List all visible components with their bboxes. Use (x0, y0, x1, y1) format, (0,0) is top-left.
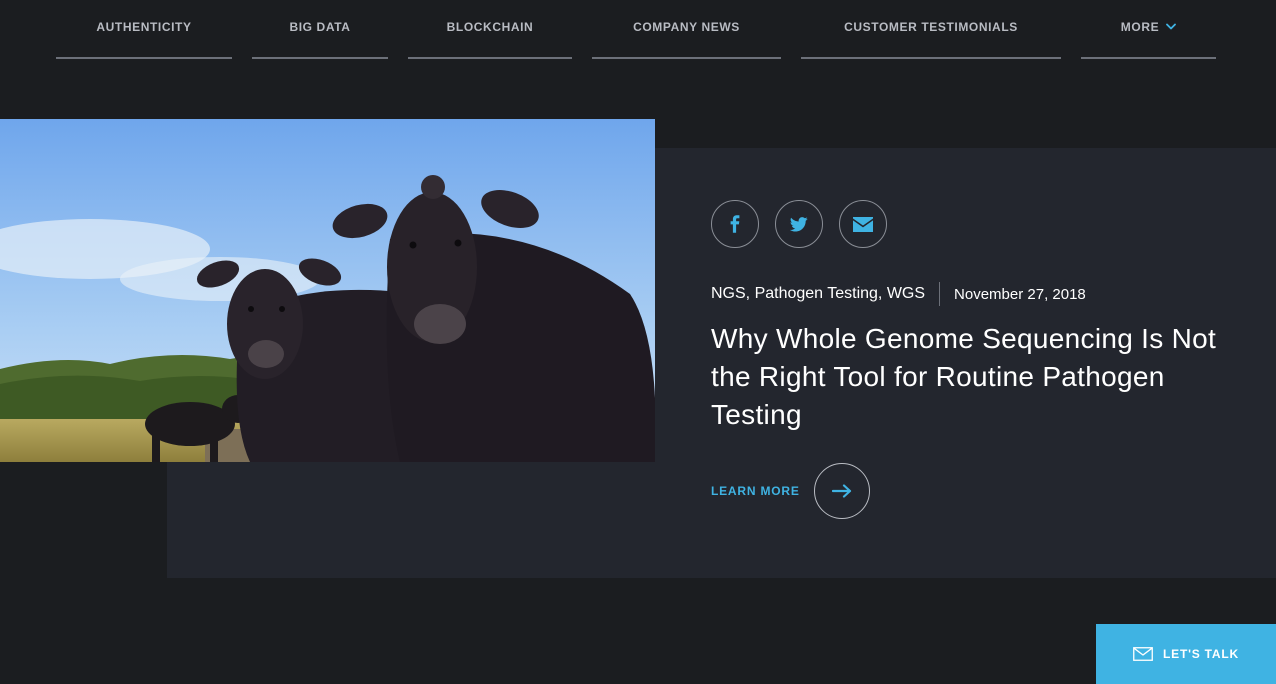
arrow-right-icon (831, 484, 851, 498)
cattle-photo (0, 119, 655, 462)
lets-talk-label: LET'S TALK (1163, 647, 1239, 661)
post-date: November 27, 2018 (954, 285, 1086, 303)
facebook-icon (730, 215, 740, 233)
share-email-button[interactable] (839, 200, 887, 248)
nav-label: CUSTOMER TESTIMONIALS (844, 19, 1018, 34)
learn-more-link[interactable]: LEARN MORE (711, 462, 870, 520)
nav-label: AUTHENTICITY (96, 19, 192, 34)
page: AUTHENTICITY BIG DATA BLOCKCHAIN COMPANY… (0, 0, 1276, 684)
twitter-icon (790, 216, 808, 232)
chevron-down-icon (1166, 23, 1177, 30)
meta-divider (939, 282, 941, 306)
learn-more-arrow-button[interactable] (813, 463, 870, 519)
share-facebook-button[interactable] (711, 200, 759, 248)
nav-label: COMPANY NEWS (633, 19, 740, 34)
share-buttons (711, 200, 887, 248)
post-tags[interactable]: NGS, Pathogen Testing, WGS (711, 285, 925, 303)
nav-item-company-news[interactable]: COMPANY NEWS (592, 0, 781, 59)
nav-label: BLOCKCHAIN (446, 19, 534, 34)
nav-item-big-data[interactable]: BIG DATA (252, 0, 388, 59)
nav-label: MORE (1120, 19, 1160, 34)
share-twitter-button[interactable] (775, 200, 823, 248)
nav-item-more[interactable]: MORE (1081, 0, 1216, 59)
mail-icon (1133, 647, 1153, 661)
lets-talk-button[interactable]: LET'S TALK (1096, 624, 1276, 684)
email-icon (853, 216, 873, 232)
nav-item-blockchain[interactable]: BLOCKCHAIN (408, 0, 572, 59)
nav-item-authenticity[interactable]: AUTHENTICITY (56, 0, 232, 59)
nav-label: BIG DATA (289, 19, 351, 34)
learn-more-label: LEARN MORE (711, 484, 800, 498)
post-title[interactable]: Why Whole Genome Sequencing Is Not the R… (711, 320, 1231, 434)
post-meta: NGS, Pathogen Testing, WGS November 27, … (711, 282, 1086, 306)
nav-item-customer-testimonials[interactable]: CUSTOMER TESTIMONIALS (801, 0, 1061, 59)
category-nav: AUTHENTICITY BIG DATA BLOCKCHAIN COMPANY… (0, 0, 1276, 60)
